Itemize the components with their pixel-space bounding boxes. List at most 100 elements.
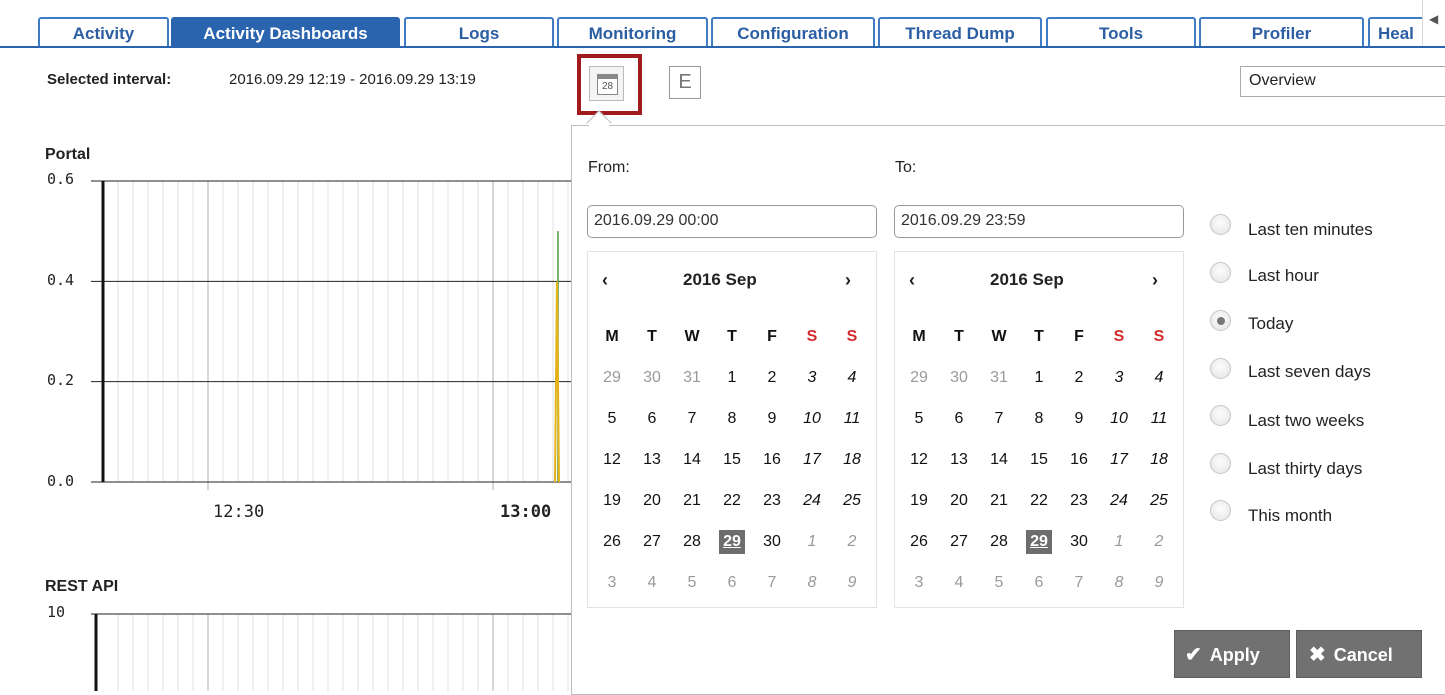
calendar-day[interactable]: 21 bbox=[672, 480, 712, 521]
calendar-day[interactable]: 6 bbox=[939, 398, 979, 439]
calendar-day[interactable]: 3 bbox=[792, 357, 832, 398]
calendar-day[interactable]: 4 bbox=[939, 562, 979, 603]
calendar-day[interactable]: 18 bbox=[832, 439, 872, 480]
from-date-input[interactable]: 2016.09.29 00:00 bbox=[587, 205, 877, 238]
calendar-day[interactable]: 4 bbox=[632, 562, 672, 603]
radio-button[interactable] bbox=[1210, 214, 1231, 235]
calendar-day[interactable]: 10 bbox=[1099, 398, 1139, 439]
calendar-day[interactable]: 11 bbox=[1139, 398, 1179, 439]
calendar-day[interactable]: 8 bbox=[1099, 562, 1139, 603]
calendar-day[interactable]: 6 bbox=[632, 398, 672, 439]
calendar-day[interactable]: 29 bbox=[592, 357, 632, 398]
radio-button[interactable] bbox=[1210, 262, 1231, 283]
calendar-day[interactable]: 17 bbox=[792, 439, 832, 480]
calendar-day[interactable]: 12 bbox=[592, 439, 632, 480]
calendar-day[interactable]: 1 bbox=[1019, 357, 1059, 398]
calendar-day[interactable]: 8 bbox=[792, 562, 832, 603]
calendar-day[interactable]: 6 bbox=[1019, 562, 1059, 603]
calendar-day[interactable]: 31 bbox=[672, 357, 712, 398]
calendar-day[interactable]: 5 bbox=[979, 562, 1019, 603]
calendar-day[interactable]: 4 bbox=[1139, 357, 1179, 398]
calendar-day[interactable]: 2 bbox=[752, 357, 792, 398]
calendar-day[interactable]: 3 bbox=[592, 562, 632, 603]
calendar-day[interactable]: 20 bbox=[939, 480, 979, 521]
calendar-day[interactable]: 8 bbox=[1019, 398, 1059, 439]
calendar-day[interactable]: 25 bbox=[832, 480, 872, 521]
calendar-day[interactable]: 1 bbox=[792, 521, 832, 562]
calendar-day[interactable]: 7 bbox=[752, 562, 792, 603]
calendar-day[interactable]: 9 bbox=[752, 398, 792, 439]
next-month-button[interactable]: › bbox=[840, 270, 856, 291]
calendar-day[interactable]: 30 bbox=[752, 521, 792, 562]
calendar-day[interactable]: 19 bbox=[592, 480, 632, 521]
radio-button[interactable] bbox=[1210, 405, 1231, 426]
calendar-day[interactable]: 2 bbox=[1059, 357, 1099, 398]
calendar-day[interactable]: 13 bbox=[939, 439, 979, 480]
calendar-day[interactable]: 16 bbox=[752, 439, 792, 480]
to-date-input[interactable]: 2016.09.29 23:59 bbox=[894, 205, 1184, 238]
calendar-day[interactable]: 15 bbox=[712, 439, 752, 480]
calendar-day[interactable]: 4 bbox=[832, 357, 872, 398]
calendar-day[interactable]: 26 bbox=[899, 521, 939, 562]
calendar-day[interactable]: 9 bbox=[832, 562, 872, 603]
calendar-day[interactable]: 21 bbox=[979, 480, 1019, 521]
preset-label: Last thirty days bbox=[1248, 459, 1363, 478]
calendar-day[interactable]: 7 bbox=[672, 398, 712, 439]
calendar-day[interactable]: 17 bbox=[1099, 439, 1139, 480]
calendar-day[interactable]: 26 bbox=[592, 521, 632, 562]
calendar-day[interactable]: 3 bbox=[1099, 357, 1139, 398]
calendar-day[interactable]: 22 bbox=[1019, 480, 1059, 521]
next-month-button[interactable]: › bbox=[1147, 270, 1163, 291]
calendar-day[interactable]: 14 bbox=[672, 439, 712, 480]
calendar-day[interactable]: 9 bbox=[1059, 398, 1099, 439]
calendar-day[interactable]: 30 bbox=[939, 357, 979, 398]
calendar-day-selected[interactable]: 29 bbox=[712, 521, 752, 562]
calendar-day[interactable]: 28 bbox=[979, 521, 1019, 562]
calendar-day[interactable]: 15 bbox=[1019, 439, 1059, 480]
calendar-day[interactable]: 19 bbox=[899, 480, 939, 521]
calendar-day[interactable]: 20 bbox=[632, 480, 672, 521]
calendar-day[interactable]: 16 bbox=[1059, 439, 1099, 480]
calendar-day[interactable]: 7 bbox=[1059, 562, 1099, 603]
calendar-day[interactable]: 8 bbox=[712, 398, 752, 439]
calendar-day[interactable]: 29 bbox=[899, 357, 939, 398]
calendar-day[interactable]: 24 bbox=[1099, 480, 1139, 521]
calendar-day[interactable]: 3 bbox=[899, 562, 939, 603]
calendar-day[interactable]: 12 bbox=[899, 439, 939, 480]
calendar-day[interactable]: 30 bbox=[632, 357, 672, 398]
radio-button[interactable] bbox=[1210, 453, 1231, 474]
calendar-day[interactable]: 1 bbox=[712, 357, 752, 398]
apply-button[interactable]: ✔ Apply bbox=[1174, 630, 1290, 678]
calendar-day[interactable]: 27 bbox=[632, 521, 672, 562]
calendar-day[interactable]: 28 bbox=[672, 521, 712, 562]
calendar-day[interactable]: 23 bbox=[1059, 480, 1099, 521]
calendar-day[interactable]: 9 bbox=[1139, 562, 1179, 603]
calendar-day[interactable]: 22 bbox=[712, 480, 752, 521]
calendar-day[interactable]: 23 bbox=[752, 480, 792, 521]
calendar-day[interactable]: 2 bbox=[832, 521, 872, 562]
radio-button[interactable] bbox=[1210, 500, 1231, 521]
calendar-day[interactable]: 14 bbox=[979, 439, 1019, 480]
calendar-day[interactable]: 27 bbox=[939, 521, 979, 562]
radio-button[interactable] bbox=[1210, 310, 1231, 331]
calendar-day[interactable]: 11 bbox=[832, 398, 872, 439]
calendar-day[interactable]: 10 bbox=[792, 398, 832, 439]
calendar-day[interactable]: 5 bbox=[672, 562, 712, 603]
prev-month-button[interactable]: ‹ bbox=[597, 270, 613, 291]
calendar-day[interactable]: 1 bbox=[1099, 521, 1139, 562]
prev-month-button[interactable]: ‹ bbox=[904, 270, 920, 291]
calendar-day-selected[interactable]: 29 bbox=[1019, 521, 1059, 562]
calendar-day[interactable]: 5 bbox=[899, 398, 939, 439]
calendar-day[interactable]: 7 bbox=[979, 398, 1019, 439]
cancel-button[interactable]: ✖ Cancel bbox=[1296, 630, 1422, 678]
calendar-day[interactable]: 5 bbox=[592, 398, 632, 439]
calendar-day[interactable]: 24 bbox=[792, 480, 832, 521]
calendar-day[interactable]: 2 bbox=[1139, 521, 1179, 562]
calendar-day[interactable]: 18 bbox=[1139, 439, 1179, 480]
calendar-day[interactable]: 25 bbox=[1139, 480, 1179, 521]
calendar-day[interactable]: 6 bbox=[712, 562, 752, 603]
calendar-day[interactable]: 30 bbox=[1059, 521, 1099, 562]
radio-button[interactable] bbox=[1210, 358, 1231, 379]
calendar-day[interactable]: 31 bbox=[979, 357, 1019, 398]
calendar-day[interactable]: 13 bbox=[632, 439, 672, 480]
